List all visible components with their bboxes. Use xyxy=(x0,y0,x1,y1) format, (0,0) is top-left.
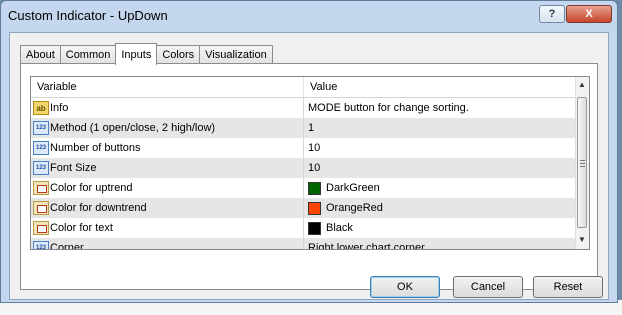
variable-name: Corner xyxy=(50,242,84,250)
grid-row-corner[interactable]: 123 Corner Right lower chart corner xyxy=(31,238,577,250)
value-cell[interactable]: 10 xyxy=(308,142,320,154)
help-button[interactable]: ? xyxy=(539,5,565,23)
variable-name: Color for downtrend xyxy=(50,202,147,214)
tab-visualization[interactable]: Visualization xyxy=(199,45,273,64)
grid-header: Variable Value xyxy=(31,77,577,98)
variable-name: Number of buttons xyxy=(50,142,141,154)
column-header-value[interactable]: Value xyxy=(304,77,337,97)
close-button[interactable]: X xyxy=(566,5,612,23)
inputs-tab-panel: Variable Value ab Info MODE button for ch… xyxy=(20,63,598,290)
grid-row-info[interactable]: ab Info MODE button for change sorting. xyxy=(31,98,577,118)
value-cell[interactable]: Right lower chart corner xyxy=(308,242,425,249)
tab-strip: About Common Inputs Colors Visualization xyxy=(20,43,273,65)
color-param-icon xyxy=(33,201,49,215)
value-cell[interactable]: DarkGreen xyxy=(326,182,380,194)
tab-inputs[interactable]: Inputs xyxy=(115,43,158,65)
dialog-title: Custom Indicator - UpDown xyxy=(8,8,168,23)
value-cell[interactable]: OrangeRed xyxy=(326,202,383,214)
grip-line xyxy=(580,166,585,167)
grid-row-color-downtrend[interactable]: Color for downtrend OrangeRed xyxy=(31,198,577,218)
numeric-param-icon: 123 xyxy=(33,241,49,249)
numeric-param-icon: 123 xyxy=(33,141,49,155)
tab-about[interactable]: About xyxy=(20,45,61,64)
grid-rows: ab Info MODE button for change sorting. 1… xyxy=(31,98,577,250)
grid-row-number-of-buttons[interactable]: 123 Number of buttons 10 xyxy=(31,138,577,158)
numeric-param-icon: 123 xyxy=(33,161,49,175)
grid-row-color-text[interactable]: Color for text Black xyxy=(31,218,577,238)
grid-row-method[interactable]: 123 Method (1 open/close, 2 high/low) 1 xyxy=(31,118,577,138)
variable-name: Info xyxy=(50,102,69,114)
cancel-button[interactable]: Cancel xyxy=(453,276,523,298)
value-cell[interactable]: 1 xyxy=(308,122,314,134)
custom-indicator-dialog: Custom Indicator - UpDown ? X About Comm… xyxy=(0,0,618,303)
ok-button[interactable]: OK xyxy=(370,276,440,298)
scroll-up-arrow-icon[interactable]: ▲ xyxy=(578,80,586,89)
color-swatch xyxy=(308,181,321,195)
reset-button[interactable]: Reset xyxy=(533,276,603,298)
scroll-thumb[interactable] xyxy=(577,97,587,228)
value-cell[interactable]: Black xyxy=(326,222,353,234)
scroll-down-arrow-icon[interactable]: ▼ xyxy=(578,235,586,244)
variable-name: Font Size xyxy=(50,162,97,174)
color-swatch xyxy=(308,201,321,215)
inputs-grid: Variable Value ab Info MODE button for ch… xyxy=(30,76,590,250)
dialog-client-area: About Common Inputs Colors Visualization… xyxy=(9,32,609,300)
tab-common[interactable]: Common xyxy=(59,45,117,64)
text-param-icon: ab xyxy=(33,101,49,115)
color-swatch xyxy=(308,221,321,235)
variable-name: Color for uptrend xyxy=(50,182,133,194)
value-cell[interactable]: 10 xyxy=(308,162,320,174)
column-header-variable[interactable]: Variable xyxy=(31,77,304,97)
title-bar[interactable]: Custom Indicator - UpDown ? X xyxy=(1,1,617,33)
variable-name: Method (1 open/close, 2 high/low) xyxy=(50,122,216,134)
grip-line xyxy=(580,160,585,161)
grid-row-color-uptrend[interactable]: Color for uptrend DarkGreen xyxy=(31,178,577,198)
vertical-scrollbar[interactable]: ▲ ▼ xyxy=(575,77,589,249)
numeric-param-icon: 123 xyxy=(33,121,49,135)
tab-colors[interactable]: Colors xyxy=(156,45,201,64)
color-param-icon xyxy=(33,181,49,195)
value-cell[interactable]: MODE button for change sorting. xyxy=(308,102,469,114)
grid-row-font-size[interactable]: 123 Font Size 10 xyxy=(31,158,577,178)
variable-name: Color for text xyxy=(50,222,113,234)
color-param-icon xyxy=(33,221,49,235)
grip-line xyxy=(580,163,585,164)
